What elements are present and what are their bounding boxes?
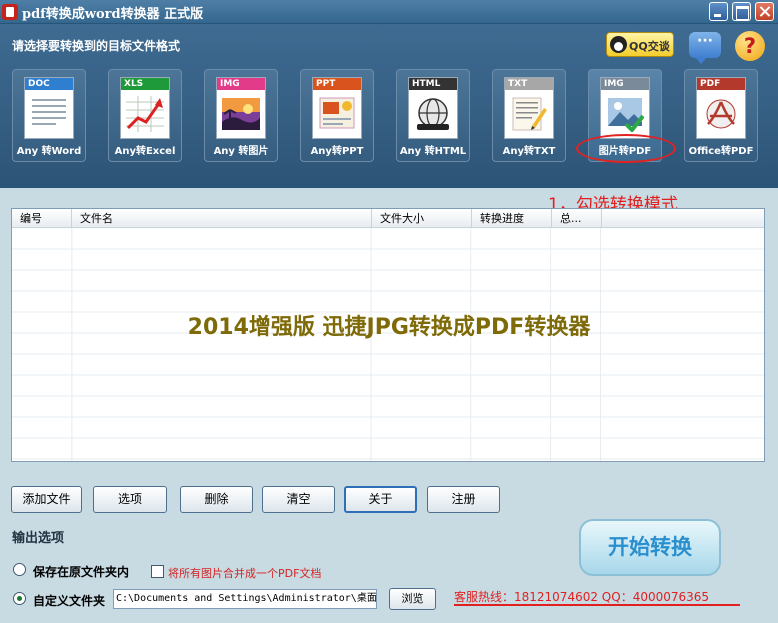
clear-button[interactable]: 清空 bbox=[262, 486, 335, 513]
format-tile-html[interactable]: HTML Any 转HTML bbox=[396, 69, 470, 162]
start-convert-button[interactable]: 开始转换 bbox=[579, 519, 721, 576]
merge-images-checkbox[interactable] bbox=[151, 565, 164, 578]
format-tag: TXT bbox=[505, 78, 553, 90]
output-path-field[interactable]: C:\Documents and Settings\Administrator\… bbox=[113, 589, 377, 609]
help-icon: ? bbox=[743, 34, 757, 58]
save-original-folder-label: 保存在原文件夹内 bbox=[33, 565, 130, 579]
column-header-total[interactable]: 总... bbox=[552, 209, 602, 228]
format-label: Any 转Word bbox=[16, 146, 82, 157]
format-label: Any转Excel bbox=[114, 146, 176, 157]
column-header-index[interactable]: 编号 bbox=[12, 209, 72, 228]
format-tile-ppt[interactable]: PPT Any转PPT bbox=[300, 69, 374, 162]
format-prompt: 请选择要转换到的目标文件格式 bbox=[12, 39, 181, 53]
table-grid bbox=[12, 228, 764, 461]
format-tile-office-to-pdf[interactable]: PDF Office转PDF bbox=[684, 69, 758, 162]
hotline-underline bbox=[454, 604, 740, 606]
format-label: Any转PPT bbox=[310, 146, 364, 157]
qq-chat-label: QQ交谈 bbox=[629, 40, 670, 53]
window-title: pdf转换成word转换器 正式版 bbox=[22, 7, 204, 22]
format-label: Office转PDF bbox=[688, 146, 754, 157]
format-tag: XLS bbox=[121, 78, 169, 90]
qq-penguin-icon bbox=[610, 36, 627, 53]
column-header-filename[interactable]: 文件名 bbox=[72, 209, 372, 228]
title-bar: pdf转换成word转换器 正式版 bbox=[0, 0, 778, 24]
format-header: 请选择要转换到的目标文件格式 QQ交谈 ··· ? DOC Any 转Word … bbox=[0, 24, 778, 188]
minimize-button[interactable] bbox=[709, 2, 728, 21]
watermark-text: 2014增强版 迅捷JPG转换成PDF转换器 bbox=[187, 315, 591, 340]
format-label: Any 转图片 bbox=[213, 146, 269, 157]
word-doc-icon: DOC bbox=[24, 77, 74, 139]
output-options-title: 输出选项 bbox=[12, 531, 65, 546]
hotline-text: 客服热线：18121074602 QQ：4000076365 bbox=[454, 590, 710, 604]
format-tag: HTML bbox=[409, 78, 457, 90]
maximize-button[interactable] bbox=[732, 2, 751, 21]
format-tile-excel[interactable]: XLS Any转Excel bbox=[108, 69, 182, 162]
add-file-button[interactable]: 添加文件 bbox=[11, 486, 82, 513]
delete-button[interactable]: 删除 bbox=[180, 486, 253, 513]
column-header-filesize[interactable]: 文件大小 bbox=[372, 209, 472, 228]
format-tile-image[interactable]: IMG Any 转图片 bbox=[204, 69, 278, 162]
format-tag: IMG bbox=[601, 78, 649, 90]
selection-highlight-oval bbox=[576, 134, 676, 163]
merge-images-label: 将所有图片合并成一个PDF文档 bbox=[168, 567, 322, 580]
custom-folder-label: 自定义文件夹 bbox=[33, 594, 106, 608]
chat-bubble-button[interactable]: ··· bbox=[689, 32, 721, 64]
about-button[interactable]: 关于 bbox=[344, 486, 417, 513]
options-button[interactable]: 选项 bbox=[93, 486, 167, 513]
txt-pencil-icon: TXT bbox=[504, 77, 554, 139]
office-to-pdf-icon: PDF bbox=[696, 77, 746, 139]
register-button[interactable]: 注册 bbox=[427, 486, 500, 513]
close-button[interactable] bbox=[755, 2, 774, 21]
qq-chat-button[interactable]: QQ交谈 bbox=[606, 32, 674, 57]
format-tag: IMG bbox=[217, 78, 265, 90]
ppt-slides-icon: PPT bbox=[312, 77, 362, 139]
format-label: Any 转HTML bbox=[399, 146, 467, 157]
format-tag: DOC bbox=[25, 78, 73, 90]
radio-save-original-folder[interactable] bbox=[13, 563, 26, 576]
column-header-progress[interactable]: 转换进度 bbox=[472, 209, 552, 228]
format-tile-txt[interactable]: TXT Any转TXT bbox=[492, 69, 566, 162]
chat-bubble-icon: ··· bbox=[697, 33, 713, 49]
table-header: 编号 文件名 文件大小 转换进度 总... bbox=[12, 209, 764, 228]
file-list-table[interactable]: 编号 文件名 文件大小 转换进度 总... 2014增强版 迅捷JPG转换成PD… bbox=[11, 208, 765, 462]
image-to-pdf-icon: IMG bbox=[600, 77, 650, 139]
html-globe-icon: HTML bbox=[408, 77, 458, 139]
browse-button[interactable]: 浏览 bbox=[389, 588, 436, 610]
help-button[interactable]: ? bbox=[735, 31, 765, 61]
format-tag: PPT bbox=[313, 78, 361, 90]
format-tag: PDF bbox=[697, 78, 745, 90]
format-label: Any转TXT bbox=[502, 146, 556, 157]
excel-chart-icon: XLS bbox=[120, 77, 170, 139]
image-sunset-icon: IMG bbox=[216, 77, 266, 139]
app-icon bbox=[2, 4, 18, 20]
radio-custom-folder[interactable] bbox=[13, 592, 26, 605]
format-tile-word[interactable]: DOC Any 转Word bbox=[12, 69, 86, 162]
